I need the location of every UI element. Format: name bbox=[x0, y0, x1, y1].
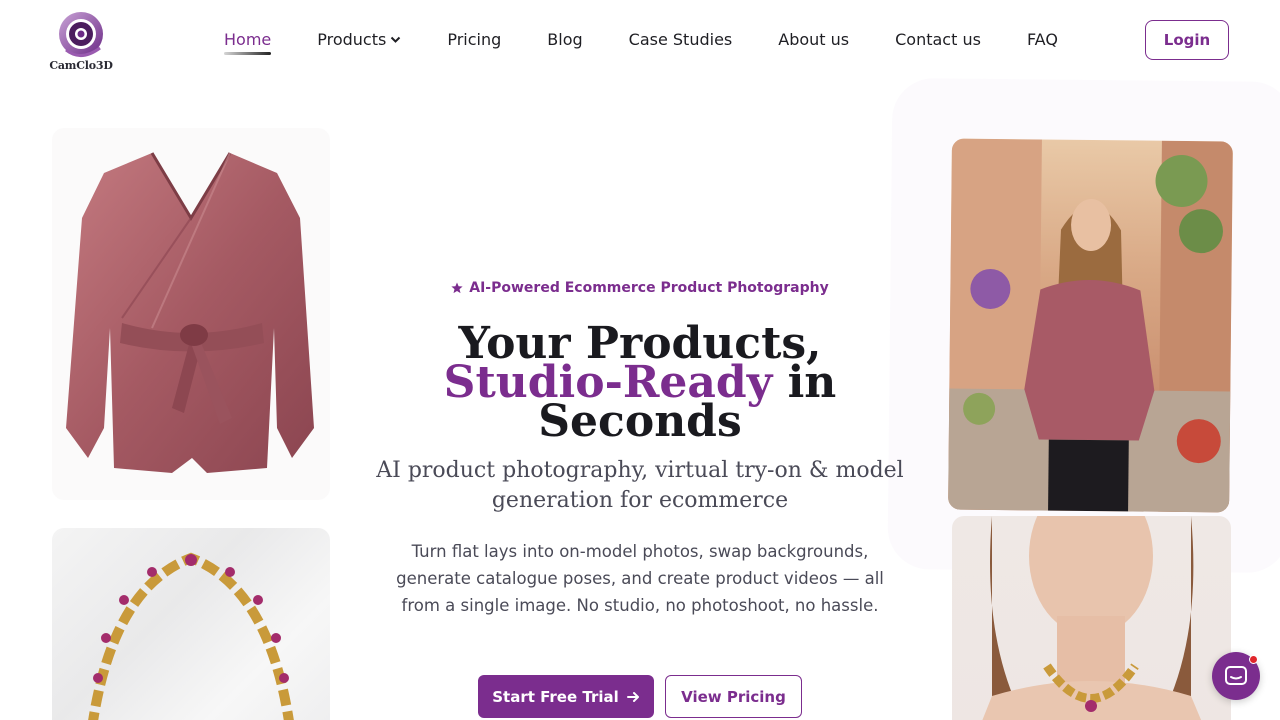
nav-item-products[interactable]: Products bbox=[317, 30, 401, 49]
main-nav: Home Products Pricing Blog Case Studies … bbox=[224, 30, 1104, 55]
start-free-trial-button[interactable]: Start Free Trial bbox=[478, 675, 654, 718]
nav-item-blog[interactable]: Blog bbox=[547, 30, 582, 49]
hero-badge: AI-Powered Ecommerce Product Photography bbox=[0, 280, 1280, 296]
nav-item-pricing[interactable]: Pricing bbox=[447, 30, 501, 49]
portrait-illustration bbox=[982, 516, 1202, 720]
nav-label: Case Studies bbox=[628, 30, 733, 49]
arrow-right-icon bbox=[626, 691, 639, 702]
nav-label: Products bbox=[317, 30, 387, 49]
hero-description: Turn flat lays into on-model photos, swa… bbox=[396, 542, 884, 615]
nav-label: Blog bbox=[547, 30, 583, 49]
chevron-down-icon bbox=[391, 36, 401, 43]
necklace-product-image bbox=[52, 528, 330, 720]
model-wearing-blouse-image bbox=[948, 138, 1233, 513]
notification-dot bbox=[1249, 655, 1258, 664]
headline-in: in bbox=[787, 357, 837, 408]
nav-item-faq[interactable]: FAQ bbox=[1027, 30, 1058, 49]
nav-label: Pricing bbox=[447, 30, 502, 49]
model-street-illustration bbox=[948, 138, 1233, 513]
necklace-illustration bbox=[88, 552, 294, 720]
landing-page: CamClo3D Home Products Pricing Blog Case… bbox=[0, 0, 1280, 720]
star-icon bbox=[451, 282, 463, 294]
chat-launcher-button[interactable] bbox=[1212, 652, 1260, 700]
nav-item-case-studies[interactable]: Case Studies bbox=[629, 30, 733, 49]
model-wearing-necklace-image bbox=[952, 516, 1231, 720]
view-pricing-button[interactable]: View Pricing bbox=[665, 675, 802, 718]
login-button[interactable]: Login bbox=[1145, 20, 1229, 60]
nav-label: Contact us bbox=[895, 30, 981, 49]
camera-lens-logo-icon bbox=[59, 12, 103, 57]
logo-text: CamClo3D bbox=[49, 59, 113, 72]
start-free-trial-label: Start Free Trial bbox=[492, 687, 619, 706]
nav-label: Home bbox=[224, 30, 272, 49]
brand-logo[interactable]: CamClo3D bbox=[49, 10, 113, 72]
hero-headline: Your Products, Studio-Ready in Seconds bbox=[380, 322, 900, 444]
nav-label: FAQ bbox=[1026, 30, 1058, 49]
blouse-illustration bbox=[66, 152, 314, 473]
blouse-product-image bbox=[52, 128, 330, 500]
nav-item-contact-us[interactable]: Contact us bbox=[895, 30, 981, 49]
hero-subheadline: AI product photography, virtual try-on &… bbox=[376, 458, 904, 513]
nav-label: About us bbox=[778, 30, 850, 49]
chat-icon bbox=[1225, 666, 1247, 685]
hero-badge-text: AI-Powered Ecommerce Product Photography bbox=[469, 280, 829, 296]
nav-item-home[interactable]: Home bbox=[224, 30, 272, 55]
nav-item-about-us[interactable]: About us bbox=[778, 30, 849, 49]
headline-line-3: Seconds bbox=[538, 396, 742, 447]
